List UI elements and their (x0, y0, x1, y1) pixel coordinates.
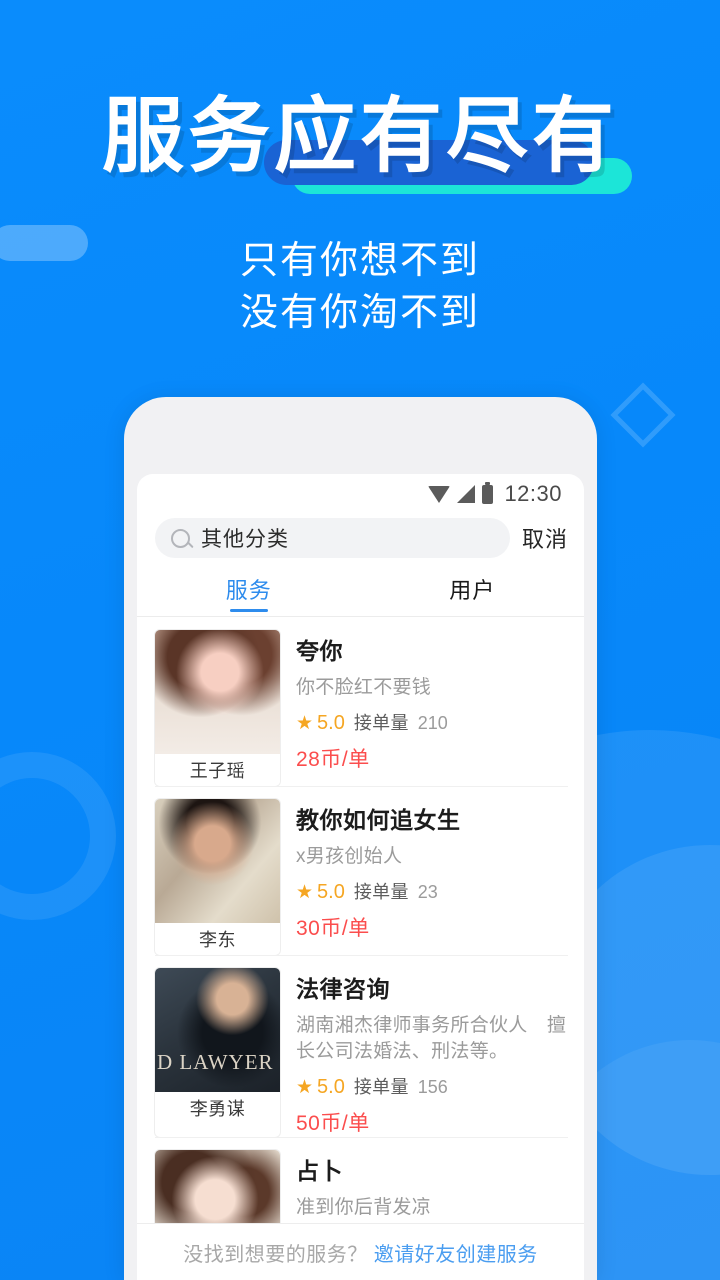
create-service-footer: 没找到想要的服务？ 邀请好友创建服务 (137, 1223, 584, 1280)
star-icon: ★ (296, 881, 314, 903)
service-photo (155, 799, 280, 923)
phone-screen: 12:30 其他分类 取消 服务 用户 王子瑶 夸你 你不脸红不要钱 ★ 5.0… (137, 474, 584, 1280)
service-description: 准到你后背发凉 (296, 1196, 432, 1218)
invite-friend-link[interactable]: 邀请好友创建服务 (374, 1238, 538, 1267)
service-list: 王子瑶 夸你 你不脸红不要钱 ★ 5.0 接单量 210 28币/单 李东 教你… (137, 617, 584, 1280)
orders-label: 接单量 (353, 881, 409, 902)
service-title: 法律咨询 (296, 976, 390, 1002)
list-item[interactable]: D LAWYER 李勇谋 法律咨询 湖南湘杰律师事务所合伙人 擅长公司法婚法、刑… (137, 955, 584, 1137)
hero-subtitle-line1: 只有你想不到 (239, 240, 480, 282)
list-item[interactable]: 王子瑶 夸你 你不脸红不要钱 ★ 5.0 接单量 210 28币/单 (137, 617, 584, 786)
provider-name: 李勇谋 (155, 1092, 280, 1124)
search-input-value: 其他分类 (201, 528, 289, 551)
star-icon: ★ (296, 1076, 314, 1098)
wifi-icon (428, 485, 451, 503)
service-title: 占卜 (296, 1157, 343, 1184)
page-title: 服务应有尽有 (101, 91, 618, 182)
star-icon: ★ (296, 712, 314, 734)
orders-label: 接单量 (353, 712, 409, 733)
service-photo: D LAWYER (155, 968, 280, 1092)
service-price: 50币/单 (296, 1111, 370, 1135)
service-description: 湖南湘杰律师事务所合伙人 擅长公司法婚法、刑法等。 (296, 1015, 567, 1062)
service-price: 28币/单 (296, 747, 370, 771)
service-meta: ★ 5.0 接单量 23 (296, 878, 568, 904)
signal-icon (457, 485, 476, 503)
tab-users[interactable]: 用户 (361, 568, 585, 616)
search-icon (171, 528, 190, 548)
hero-subtitle: 只有你想不到 没有你淘不到 (0, 235, 720, 340)
hero-title-wrap: 服务应有尽有 (96, 91, 632, 194)
service-title: 夸你 (296, 638, 343, 664)
service-meta: ★ 5.0 接单量 156 (296, 1073, 568, 1099)
decor-diamond-icon (610, 382, 676, 448)
list-item[interactable]: 李东 教你如何追女生 x男孩创始人 ★ 5.0 接单量 23 30币/单 (137, 786, 584, 955)
orders-label: 接单量 (353, 1076, 409, 1097)
service-description: 你不脸红不要钱 (296, 677, 432, 698)
phone-mockup: 12:30 其他分类 取消 服务 用户 王子瑶 夸你 你不脸红不要钱 ★ 5.0… (124, 397, 597, 1280)
orders-count: 23 (417, 881, 438, 902)
tab-bar: 服务 用户 (137, 568, 584, 617)
provider-name: 王子瑶 (155, 754, 280, 786)
service-photo-caption: D LAWYER (157, 1050, 274, 1074)
service-rating: 5.0 (317, 711, 345, 734)
search-row: 其他分类 取消 (137, 514, 584, 568)
status-bar: 12:30 (137, 474, 584, 514)
tab-services-label: 服务 (225, 578, 272, 603)
promo-screen: 服务应有尽有 只有你想不到 没有你淘不到 12:30 其他分类 取消 服务 用户… (0, 0, 720, 1280)
service-photo (155, 630, 280, 754)
service-thumbnail-card: 王子瑶 (155, 630, 280, 786)
service-rating: 5.0 (317, 1075, 345, 1098)
hero-subtitle-line2: 没有你淘不到 (239, 292, 480, 335)
service-info: 法律咨询 湖南湘杰律师事务所合伙人 擅长公司法婚法、刑法等。 ★ 5.0 接单量… (296, 968, 568, 1137)
orders-count: 156 (417, 1076, 448, 1097)
service-info: 教你如何追女生 x男孩创始人 ★ 5.0 接单量 23 30币/单 (296, 799, 568, 955)
orders-count: 210 (417, 712, 448, 733)
service-thumbnail-card: D LAWYER 李勇谋 (155, 968, 280, 1137)
service-thumbnail-card: 李东 (155, 799, 280, 955)
status-bar-time: 12:30 (504, 481, 562, 506)
decor-ring-left (0, 752, 116, 920)
service-price: 30币/单 (296, 916, 370, 940)
service-meta: ★ 5.0 接单量 210 (296, 709, 568, 735)
battery-icon (482, 481, 494, 504)
service-title: 教你如何追女生 (296, 807, 461, 833)
search-input[interactable]: 其他分类 (155, 518, 510, 558)
cancel-button[interactable]: 取消 (522, 522, 568, 554)
service-rating: 5.0 (317, 880, 345, 903)
tab-users-label: 用户 (449, 578, 496, 603)
tab-services[interactable]: 服务 (137, 568, 361, 616)
footer-prompt: 没找到想要的服务？ (183, 1243, 368, 1266)
provider-name: 李东 (155, 923, 280, 955)
service-info: 夸你 你不脸红不要钱 ★ 5.0 接单量 210 28币/单 (296, 630, 568, 786)
hero-section: 服务应有尽有 (0, 91, 720, 194)
service-description: x男孩创始人 (296, 846, 403, 867)
